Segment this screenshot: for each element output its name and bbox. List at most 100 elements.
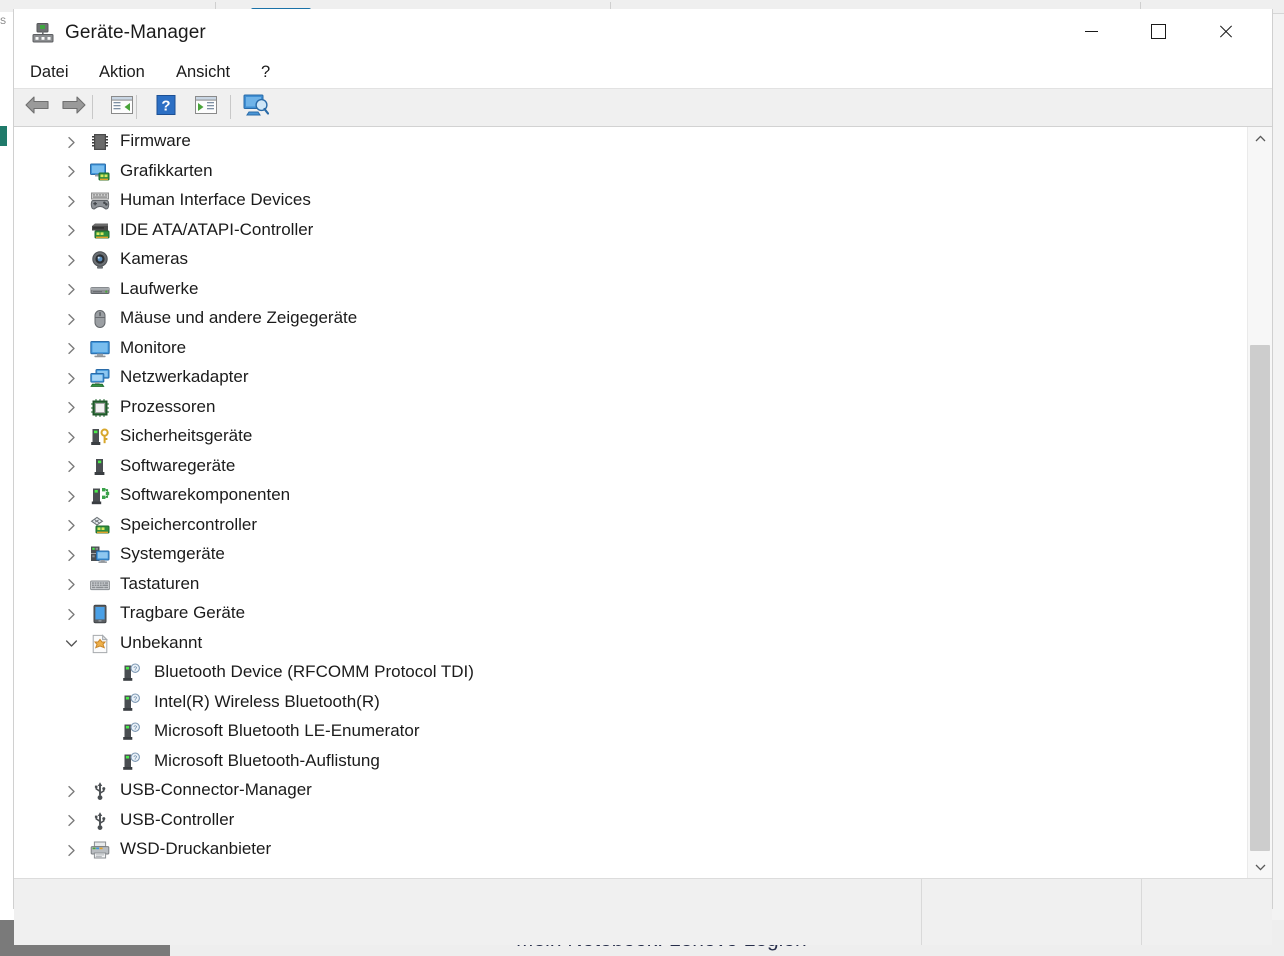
close-icon: [1218, 24, 1233, 39]
chevron-right-icon[interactable]: [63, 429, 79, 445]
properties-panel-icon: [110, 94, 134, 121]
tree-item-label: Laufwerke: [120, 278, 199, 298]
tree-item[interactable]: USB-Connector-Manager: [14, 776, 1248, 806]
tree-item[interactable]: ? Microsoft Bluetooth-Auflistung: [14, 747, 1248, 777]
chevron-right-icon[interactable]: [63, 488, 79, 504]
tree-item[interactable]: ? Microsoft Bluetooth LE-Enumerator: [14, 717, 1248, 747]
tree-item-label: USB-Controller: [120, 809, 235, 829]
help-button[interactable]: ?: [149, 91, 183, 123]
chevron-right-icon[interactable]: [63, 370, 79, 386]
scroll-up-button[interactable]: [1248, 127, 1272, 149]
svg-text:?: ?: [133, 725, 137, 732]
tree-item[interactable]: Firmware: [14, 127, 1248, 157]
tree-item[interactable]: IDE ATA/ATAPI-Controller: [14, 216, 1248, 246]
chevron-right-icon[interactable]: [63, 400, 79, 416]
chevron-right-icon[interactable]: [63, 459, 79, 475]
maximize-button[interactable]: [1125, 9, 1192, 53]
tree-item[interactable]: Softwarekomponenten: [14, 481, 1248, 511]
tree-item[interactable]: WSD-Druckanbieter: [14, 835, 1248, 865]
unknown-driver-icon: ?: [122, 663, 142, 683]
monitor-search-icon: [243, 93, 270, 122]
security-key-icon: [90, 427, 110, 447]
device-tree[interactable]: Firmware Grafikkarten Human Interface Devi…: [14, 127, 1248, 878]
tree-item[interactable]: Prozessoren: [14, 393, 1248, 423]
chevron-down-icon[interactable]: [63, 636, 79, 652]
scan-button[interactable]: [189, 91, 223, 123]
tree-item[interactable]: ? Intel(R) Wireless Bluetooth(R): [14, 688, 1248, 718]
tree-item-label: Firmware: [120, 131, 191, 150]
tree-item[interactable]: Netzwerkadapter: [14, 363, 1248, 393]
tree-item-label: Prozessoren: [120, 396, 216, 416]
unknown-driver-icon: ?: [122, 722, 142, 742]
system-device-icon: [90, 545, 110, 565]
hid-gamepad-icon: [90, 191, 110, 211]
vertical-scrollbar[interactable]: [1247, 127, 1272, 878]
minimize-button[interactable]: [1058, 9, 1125, 53]
chevron-up-icon: [1255, 134, 1265, 141]
unknown-device-icon: [90, 633, 110, 654]
tree-item[interactable]: Unbekannt: [14, 629, 1248, 659]
svg-text:?: ?: [161, 97, 170, 114]
chevron-right-icon[interactable]: [63, 252, 79, 268]
tree-item[interactable]: Systemgeräte: [14, 540, 1248, 570]
tree-item[interactable]: ? Bluetooth Device (RFCOMM Protocol TDI): [14, 658, 1248, 688]
chevron-right-icon[interactable]: [63, 341, 79, 357]
chevron-right-icon[interactable]: [63, 518, 79, 534]
arrow-right-icon: [60, 94, 88, 121]
menu-item-label: ?: [261, 62, 271, 81]
tree-item-label: Softwarekomponenten: [120, 485, 291, 504]
software-device-icon: [90, 457, 110, 477]
chevron-right-icon[interactable]: [63, 783, 79, 799]
title-bar[interactable]: Geräte-Manager: [14, 9, 1272, 56]
display-adapter-icon: [90, 162, 110, 182]
chevron-right-icon[interactable]: [63, 134, 79, 150]
tree-item[interactable]: Sicherheitsgeräte: [14, 422, 1248, 452]
close-button[interactable]: [1192, 9, 1259, 53]
tree-item-label: Unbekannt: [120, 632, 203, 652]
back-button[interactable]: [20, 91, 54, 123]
tree-item[interactable]: Laufwerke: [14, 275, 1248, 305]
chevron-right-icon[interactable]: [63, 842, 79, 858]
tree-item[interactable]: USB-Controller: [14, 806, 1248, 836]
tree-item-label: Intel(R) Wireless Bluetooth(R): [154, 691, 380, 711]
tree-item[interactable]: Softwaregeräte: [14, 452, 1248, 482]
show-devices-button[interactable]: [239, 91, 273, 123]
menu-item-[interactable]: ?: [251, 56, 280, 88]
chevron-right-icon[interactable]: [63, 311, 79, 327]
chevron-right-icon[interactable]: [63, 164, 79, 180]
menu-item-aktion[interactable]: Aktion: [89, 56, 155, 88]
printer-icon: [90, 840, 110, 860]
tree-item[interactable]: Speichercontroller: [14, 511, 1248, 541]
device-manager-icon: [32, 23, 54, 43]
properties-button[interactable]: [105, 91, 139, 123]
disk-drive-icon: [90, 280, 110, 300]
chevron-right-icon[interactable]: [63, 577, 79, 593]
tree-item[interactable]: Human Interface Devices: [14, 186, 1248, 216]
tree-item[interactable]: Grafikkarten: [14, 157, 1248, 187]
tree-item-label: Grafikkarten: [120, 160, 213, 180]
menu-item-ansicht[interactable]: Ansicht: [166, 56, 240, 88]
scroll-down-button[interactable]: [1248, 856, 1272, 878]
svg-text:?: ?: [133, 755, 137, 762]
chevron-right-icon[interactable]: [63, 813, 79, 829]
menu-bar: Datei Aktion Ansicht?: [14, 56, 1272, 89]
tree-item[interactable]: Kameras: [14, 245, 1248, 275]
tree-item-label: Sicherheitsgeräte: [120, 426, 253, 445]
usb-icon: [90, 781, 110, 801]
tree-item-label: Softwaregeräte: [120, 455, 236, 475]
tree-item[interactable]: Mäuse und andere Zeigegeräte: [14, 304, 1248, 334]
tree-item[interactable]: Monitore: [14, 334, 1248, 364]
chevron-right-icon[interactable]: [63, 282, 79, 298]
toolbar-separator: [92, 95, 93, 119]
tree-item[interactable]: Tragbare Geräte: [14, 599, 1248, 629]
processor-icon: [90, 398, 110, 418]
chevron-right-icon[interactable]: [63, 606, 79, 622]
chevron-right-icon[interactable]: [63, 547, 79, 563]
menu-item-datei[interactable]: Datei: [20, 56, 79, 88]
forward-button[interactable]: [57, 91, 91, 123]
scrollbar-thumb[interactable]: [1250, 345, 1270, 851]
chevron-right-icon[interactable]: [63, 193, 79, 209]
chevron-right-icon[interactable]: [63, 223, 79, 239]
menu-item-label: Datei: [30, 62, 69, 81]
tree-item[interactable]: Tastaturen: [14, 570, 1248, 600]
